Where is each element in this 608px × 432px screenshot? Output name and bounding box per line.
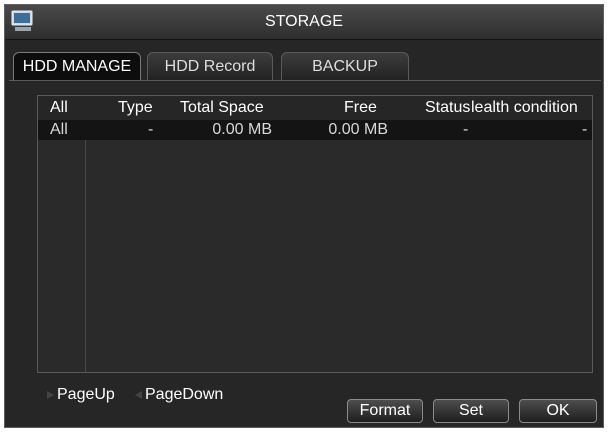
- cell-type: -: [148, 121, 154, 138]
- cell-health: -: [582, 121, 588, 138]
- col-type: Type: [118, 99, 153, 116]
- title-bar: STORAGE: [5, 5, 603, 40]
- page-down-button[interactable]: PageDown: [129, 384, 223, 406]
- tab-hdd-manage[interactable]: HDD MANAGE: [13, 52, 141, 80]
- table-header: All Type Total Space Free Status lealth …: [38, 96, 592, 120]
- ok-button[interactable]: OK: [519, 399, 597, 423]
- col-health-condition: lealth condition: [471, 99, 578, 116]
- page-up-button[interactable]: PageUp: [47, 384, 115, 406]
- col-free: Free: [344, 99, 377, 116]
- cell-disk: All: [50, 121, 68, 138]
- col-status: Status: [425, 99, 471, 116]
- set-button[interactable]: Set: [433, 399, 509, 423]
- storage-window: STORAGE HDD MANAGE HDD Record BACKUP All…: [4, 4, 604, 428]
- window-title: STORAGE: [265, 13, 343, 30]
- cell-total-space: 0.00 MB: [212, 121, 272, 138]
- page-down-label: PageDown: [145, 386, 224, 403]
- col-all: All: [50, 99, 68, 116]
- page-up-label: PageUp: [57, 386, 115, 403]
- cell-status: -: [463, 121, 469, 138]
- page-up-arrow-icon: [47, 390, 54, 399]
- tab-divider: [9, 80, 601, 81]
- format-button[interactable]: Format: [347, 399, 423, 423]
- page-down-arrow-icon: [135, 390, 142, 399]
- tab-hdd-record[interactable]: HDD Record: [147, 52, 273, 80]
- hdd-table[interactable]: All Type Total Space Free Status lealth …: [37, 95, 593, 373]
- cell-free: 0.00 MB: [328, 121, 388, 138]
- col-total-space: Total Space: [180, 99, 264, 116]
- table-row[interactable]: All - 0.00 MB 0.00 MB - -: [38, 120, 592, 140]
- tab-backup[interactable]: BACKUP: [281, 52, 409, 80]
